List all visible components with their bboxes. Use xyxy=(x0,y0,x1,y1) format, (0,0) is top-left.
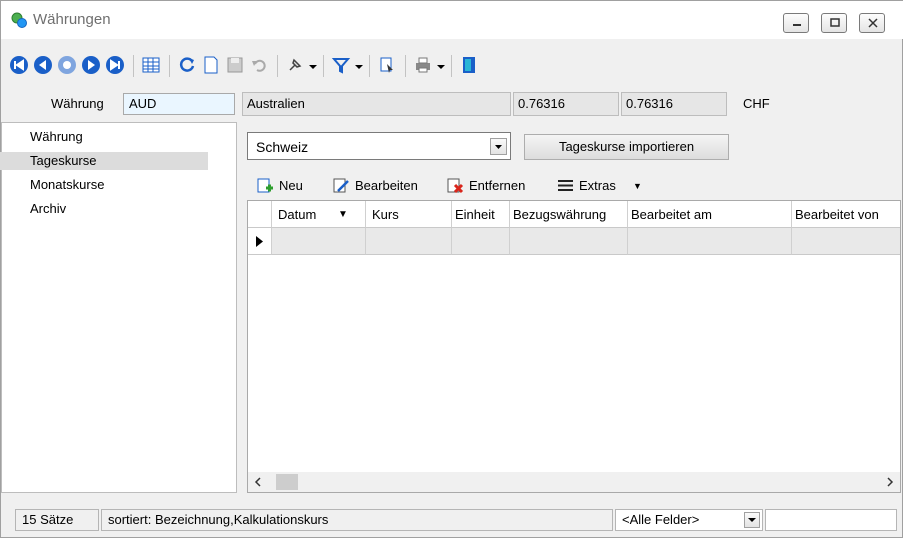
new-row-cell[interactable] xyxy=(510,228,628,255)
new-row-cell[interactable] xyxy=(452,228,510,255)
dropdown-button[interactable] xyxy=(490,138,507,155)
currency-window: Währungen Währung AUD Australien 0.76316… xyxy=(0,0,903,538)
first-record-icon[interactable] xyxy=(9,55,29,75)
column-header-bezugswaehrung[interactable]: Bezugswährung xyxy=(510,201,628,228)
column-header-datum[interactable]: Datum ▼ xyxy=(272,201,366,228)
field-filter-dropdown[interactable] xyxy=(744,512,760,528)
chevron-down-icon xyxy=(495,145,502,149)
column-header-bearbeitet-von[interactable]: Bearbeitet von xyxy=(792,201,900,228)
column-header-bearbeitet-am[interactable]: Bearbeitet am xyxy=(628,201,792,228)
close-button[interactable] xyxy=(859,13,885,33)
maximize-button[interactable] xyxy=(821,13,847,33)
delete-icon xyxy=(447,178,464,194)
remove-button[interactable]: Entfernen xyxy=(447,176,547,196)
coins-icon xyxy=(11,12,27,28)
record-count: 15 Sätze xyxy=(15,509,99,531)
country-select[interactable]: Schweiz xyxy=(247,132,511,160)
new-row-cell[interactable] xyxy=(366,228,452,255)
save-icon[interactable] xyxy=(225,55,245,75)
field-filter-select[interactable]: <Alle Felder> xyxy=(615,509,763,531)
column-header-kurs[interactable]: Kurs xyxy=(366,201,452,228)
sort-desc-icon: ▼ xyxy=(338,209,348,220)
extras-dropdown-icon: ▼ xyxy=(633,181,642,191)
table-view-icon[interactable] xyxy=(141,55,161,75)
row-indicator[interactable] xyxy=(248,228,272,255)
status-bar: 15 Sätze sortiert: Bezeichnung,Kalkulati… xyxy=(1,506,903,532)
main-toolbar xyxy=(1,49,903,85)
rate-field-1: 0.76316 xyxy=(513,92,619,116)
current-row-arrow-icon xyxy=(256,236,263,247)
title-bar: Währungen xyxy=(1,1,903,39)
column-header-einheit[interactable]: Einheit xyxy=(452,201,510,228)
exit-icon[interactable] xyxy=(459,55,479,75)
scroll-thumb[interactable] xyxy=(276,474,298,490)
stop-icon[interactable] xyxy=(57,55,77,75)
currency-code-field[interactable]: AUD xyxy=(123,93,235,115)
new-document-icon[interactable] xyxy=(201,55,221,75)
daily-rates-grid[interactable]: Datum ▼ Kurs Einheit Bezugswährung Bearbe… xyxy=(247,200,901,493)
filter-dropdown-icon[interactable] xyxy=(355,65,363,69)
edit-button[interactable]: Bearbeiten xyxy=(333,176,433,196)
sidebar-item-archiv[interactable]: Archiv xyxy=(0,200,208,218)
scroll-right-icon[interactable] xyxy=(884,476,896,488)
sidebar-item-waehrung[interactable]: Währung xyxy=(0,128,208,146)
previous-record-icon[interactable] xyxy=(33,55,53,75)
new-row-cell[interactable] xyxy=(272,228,366,255)
close-icon xyxy=(868,18,878,28)
print-dropdown-icon[interactable] xyxy=(437,65,445,69)
country-name-field: Australien xyxy=(242,92,511,116)
menu-icon xyxy=(558,180,573,191)
import-daily-rates-button[interactable]: Tageskurse importieren xyxy=(524,134,729,160)
undo-icon[interactable] xyxy=(249,55,269,75)
pin-icon[interactable] xyxy=(285,55,305,75)
sidebar-item-monatskurse[interactable]: Monatskurse xyxy=(0,176,208,194)
window-title: Währungen xyxy=(33,11,111,28)
last-record-icon[interactable] xyxy=(105,55,125,75)
chevron-down-icon xyxy=(748,518,756,522)
minimize-button[interactable] xyxy=(783,13,809,33)
horizontal-scrollbar[interactable] xyxy=(248,472,900,492)
grid-toolbar: Neu Bearbeiten Entfernen Extras ▼ xyxy=(247,170,901,200)
sidebar-nav: Währung Tageskurse Monatskurse Archiv xyxy=(0,122,237,493)
edit-icon xyxy=(333,178,349,193)
extras-menu-button[interactable]: Extras ▼ xyxy=(557,176,647,196)
scroll-left-icon[interactable] xyxy=(252,476,264,488)
search-input[interactable] xyxy=(765,509,897,531)
new-button[interactable]: Neu xyxy=(257,176,315,196)
sidebar-item-tageskurse[interactable]: Tageskurse xyxy=(0,152,208,170)
filter-icon[interactable] xyxy=(331,55,351,75)
maximize-icon xyxy=(830,18,840,27)
country-select-value: Schweiz xyxy=(256,139,309,155)
currency-label: Währung xyxy=(51,96,104,111)
select-document-icon[interactable] xyxy=(377,55,397,75)
base-currency-label: CHF xyxy=(743,96,770,111)
new-row-cell[interactable] xyxy=(628,228,792,255)
pin-dropdown-icon[interactable] xyxy=(309,65,317,69)
row-header-corner xyxy=(248,201,272,228)
rate-field-2: 0.76316 xyxy=(621,92,727,116)
add-icon xyxy=(257,178,273,193)
refresh-icon[interactable] xyxy=(177,55,197,75)
new-row-cell[interactable] xyxy=(792,228,900,255)
next-record-icon[interactable] xyxy=(81,55,101,75)
print-icon[interactable] xyxy=(413,55,433,75)
minimize-icon xyxy=(793,24,801,26)
sort-info: sortiert: Bezeichnung,Kalkulationskurs xyxy=(101,509,613,531)
